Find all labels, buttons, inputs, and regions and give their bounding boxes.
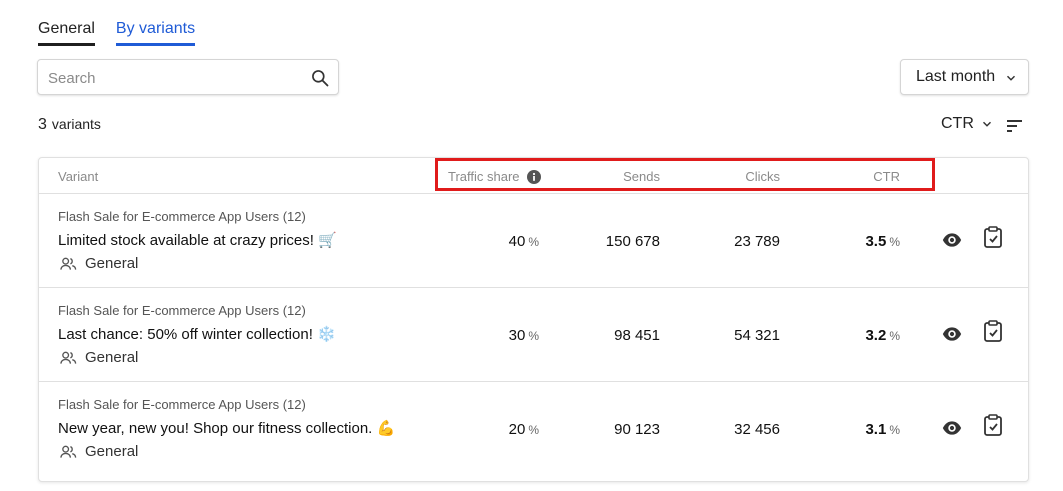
row-segment: General xyxy=(60,443,138,460)
users-icon xyxy=(60,351,77,364)
column-header-clicks: Clicks xyxy=(745,169,780,184)
row-segment-label: General xyxy=(85,255,139,272)
table-header: Variant Traffic share Sends Clicks CTR xyxy=(39,158,1028,194)
clipboard-check-icon[interactable] xyxy=(983,414,1003,436)
row-segment-label: General xyxy=(85,349,139,366)
tab-by-variants[interactable]: By variants xyxy=(115,18,196,46)
row-ctr-value: 3.5 xyxy=(865,233,887,250)
sort-lines-icon[interactable] xyxy=(1006,118,1024,134)
clipboard-check-icon[interactable] xyxy=(983,320,1003,342)
column-header-traffic-share: Traffic share xyxy=(448,169,541,184)
clipboard-check-icon[interactable] xyxy=(983,226,1003,248)
row-campaign: Flash Sale for E-commerce App Users (12) xyxy=(58,397,306,412)
row-title: Limited stock available at crazy prices!… xyxy=(58,232,337,249)
row-ctr: 3.1% xyxy=(865,421,900,438)
row-ctr-value: 3.1 xyxy=(865,421,887,438)
info-icon[interactable] xyxy=(526,169,541,184)
row-ctr-value: 3.2 xyxy=(865,327,887,344)
period-label: Last month xyxy=(916,68,996,85)
row-sends: 90 123 xyxy=(614,421,660,438)
column-header-ctr: CTR xyxy=(873,169,900,184)
row-title: New year, new you! Shop our fitness coll… xyxy=(58,420,396,437)
row-traffic-unit: % xyxy=(528,235,539,249)
row-ctr: 3.2% xyxy=(865,327,900,344)
row-clicks: 32 456 xyxy=(734,421,780,438)
sort-label: CTR xyxy=(941,115,974,132)
row-traffic-share: 30% xyxy=(509,327,539,344)
row-traffic-unit: % xyxy=(528,423,539,437)
eye-icon[interactable] xyxy=(942,420,962,436)
eye-icon[interactable] xyxy=(942,232,962,248)
row-clicks: 54 321 xyxy=(734,327,780,344)
row-traffic-unit: % xyxy=(528,329,539,343)
table-row: Flash Sale for E-commerce App Users (12)… xyxy=(39,194,1028,288)
row-segment-label: General xyxy=(85,443,139,460)
row-traffic-share: 40% xyxy=(509,233,539,250)
sort-dropdown[interactable]: CTR xyxy=(941,115,994,133)
tab-bar: General By variants xyxy=(38,18,196,46)
chevron-down-icon xyxy=(982,121,991,127)
variants-table: Variant Traffic share Sends Clicks CTR F… xyxy=(38,157,1029,482)
search-box xyxy=(37,59,339,95)
row-traffic-value: 30 xyxy=(508,327,526,344)
row-ctr-unit: % xyxy=(889,423,900,437)
row-traffic-share: 20% xyxy=(509,421,539,438)
table-row: Flash Sale for E-commerce App Users (12)… xyxy=(39,288,1028,382)
row-clicks: 23 789 xyxy=(734,233,780,250)
users-icon xyxy=(60,257,77,270)
variant-count-label: variants xyxy=(51,116,101,132)
table-row: Flash Sale for E-commerce App Users (12)… xyxy=(39,382,1028,476)
row-ctr-unit: % xyxy=(889,235,900,249)
column-header-sends: Sends xyxy=(623,169,660,184)
column-header-traffic-label: Traffic share xyxy=(448,169,520,184)
search-icon[interactable] xyxy=(310,68,330,88)
row-traffic-value: 20 xyxy=(508,421,526,438)
tab-general[interactable]: General xyxy=(38,18,95,46)
column-header-variant: Variant xyxy=(58,169,99,184)
row-ctr: 3.5% xyxy=(865,233,900,250)
row-campaign: Flash Sale for E-commerce App Users (12) xyxy=(58,303,306,318)
chevron-down-icon xyxy=(1006,75,1016,81)
period-dropdown[interactable]: Last month xyxy=(900,59,1029,95)
row-title: Last chance: 50% off winter collection! … xyxy=(58,326,336,343)
row-traffic-value: 40 xyxy=(508,233,526,250)
variant-count: 3 variants xyxy=(38,116,101,134)
variant-count-number: 3 xyxy=(38,116,47,133)
row-ctr-unit: % xyxy=(889,329,900,343)
users-icon xyxy=(60,445,77,458)
eye-icon[interactable] xyxy=(942,326,962,342)
row-sends: 98 451 xyxy=(614,327,660,344)
row-segment: General xyxy=(60,255,138,272)
row-campaign: Flash Sale for E-commerce App Users (12) xyxy=(58,209,306,224)
row-segment: General xyxy=(60,349,138,366)
row-sends: 150 678 xyxy=(605,233,660,250)
search-input[interactable] xyxy=(48,67,298,89)
